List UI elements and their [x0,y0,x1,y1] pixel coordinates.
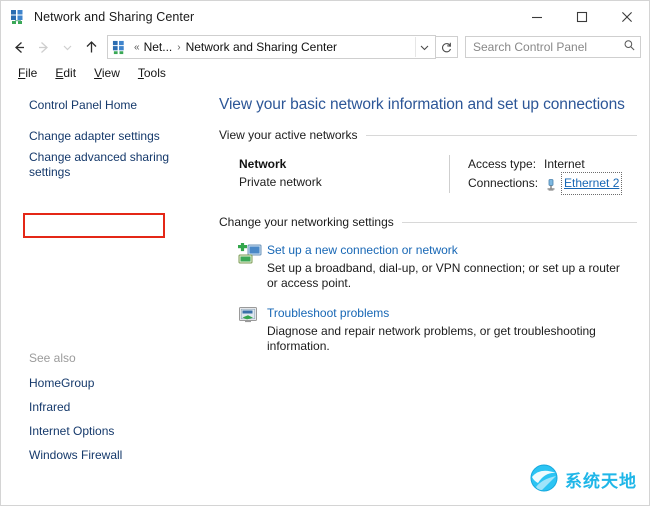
navigation-sidebar: Control Panel Home Change adapter settin… [1,83,209,506]
network-sharing-center-icon [10,9,26,25]
network-profile-type: Private network [239,173,449,191]
close-button[interactable] [604,1,649,32]
menu-file[interactable]: File [9,66,46,80]
networking-settings-heading: Change your networking settings [219,215,637,229]
address-chevron-down-icon[interactable] [415,37,433,57]
sidebar-gap [1,116,209,126]
sidebar-item-change-adapter-settings[interactable]: Change adapter settings [1,126,209,147]
menu-edit-rest: dit [63,66,76,80]
page-title: View your basic network information and … [219,95,637,115]
heading-rule [366,135,637,136]
breadcrumb-network-icon [112,40,127,55]
search-placeholder: Search Control Panel [473,40,623,54]
breadcrumb-item-1[interactable]: Network and Sharing Center [185,40,338,54]
see-also-title: See also [1,351,209,371]
menu-bar: File Edit View Tools [1,62,649,83]
watermark-text: 系统天地 [565,467,637,492]
globe-swoosh-logo-icon [529,463,559,496]
troubleshoot-problems-link[interactable]: Troubleshoot problems [267,305,389,321]
address-bar: « Net... › Network and Sharing Center Se… [1,32,649,62]
see-also-item-homegroup[interactable]: HomeGroup [1,371,209,395]
menu-tools-rest: ools [144,66,166,80]
watermark: 系统天地 [529,463,637,496]
network-sharing-center-window: Network and Sharing Center [0,0,650,506]
menu-view-rest: iew [102,66,120,80]
breadcrumb-item-0[interactable]: Net... [143,40,174,54]
see-also-item-internet-options[interactable]: Internet Options [1,419,209,443]
networking-settings-label: Change your networking settings [219,215,402,229]
menu-file-rest: ile [25,66,37,80]
troubleshoot-icon [237,305,267,354]
window-controls [514,1,649,32]
search-icon[interactable] [623,39,636,55]
ethernet-adapter-icon [544,178,558,192]
network-identity: Network Private network [239,155,449,193]
access-type-label: Access type: [468,155,544,174]
see-also-section: See also HomeGroup Infrared Internet Opt… [1,351,209,467]
connections-label: Connections: [468,174,544,193]
ethernet-connection-link[interactable]: Ethernet 2 [563,174,620,193]
active-network-row: Network Private network Access type: Int… [219,155,637,193]
minimize-button[interactable] [514,1,559,32]
breadcrumb-separator-0[interactable]: › [173,42,184,53]
heading-rule-2 [402,222,637,223]
task-body-0: Set up a new connection or network Set u… [267,242,637,291]
sidebar-item-control-panel-home[interactable]: Control Panel Home [1,95,209,116]
task-troubleshoot-problems: Troubleshoot problems Diagnose and repai… [219,305,637,354]
task-body-1: Troubleshoot problems Diagnose and repai… [267,305,637,354]
task-set-up-new-connection: Set up a new connection or network Set u… [219,242,637,291]
network-details: Access type: Internet Connections: [468,155,637,193]
window-title: Network and Sharing Center [34,10,194,24]
recent-locations-chevron-down-icon[interactable] [55,35,79,59]
back-arrow-icon[interactable] [7,35,31,59]
red-highlight-box [23,213,165,238]
access-type-value: Internet [544,155,585,174]
title-bar: Network and Sharing Center [1,1,649,32]
up-arrow-icon[interactable] [79,35,103,59]
active-networks-label: View your active networks [219,128,366,142]
breadcrumb-overflow[interactable]: « [131,42,143,53]
menu-tools[interactable]: Tools [129,66,175,80]
menu-view[interactable]: View [85,66,129,80]
set-up-new-connection-description: Set up a broadband, dial-up, or VPN conn… [267,261,631,291]
search-input[interactable]: Search Control Panel [465,36,641,58]
access-type-row: Access type: Internet [468,155,637,174]
set-up-new-connection-link[interactable]: Set up a new connection or network [267,242,458,258]
content-area: Control Panel Home Change adapter settin… [1,83,649,506]
see-also-item-infrared[interactable]: Infrared [1,395,209,419]
maximize-button[interactable] [559,1,604,32]
refresh-icon[interactable] [436,36,458,58]
network-vertical-divider [449,155,450,193]
connections-row: Connections: Ethernet 2 [468,174,637,193]
troubleshoot-problems-description: Diagnose and repair network problems, or… [267,324,631,354]
new-connection-icon [237,242,267,291]
breadcrumb-address-field[interactable]: « Net... › Network and Sharing Center [107,35,436,59]
see-also-item-windows-firewall[interactable]: Windows Firewall [1,443,209,467]
main-pane: View your basic network information and … [209,83,649,506]
network-name: Network [239,155,449,173]
menu-view-accel: V [94,66,102,80]
menu-edit[interactable]: Edit [46,66,85,80]
forward-arrow-icon[interactable] [31,35,55,59]
active-networks-heading: View your active networks [219,128,637,142]
sidebar-item-change-advanced-sharing-settings[interactable]: Change advanced sharing settings [1,147,189,183]
